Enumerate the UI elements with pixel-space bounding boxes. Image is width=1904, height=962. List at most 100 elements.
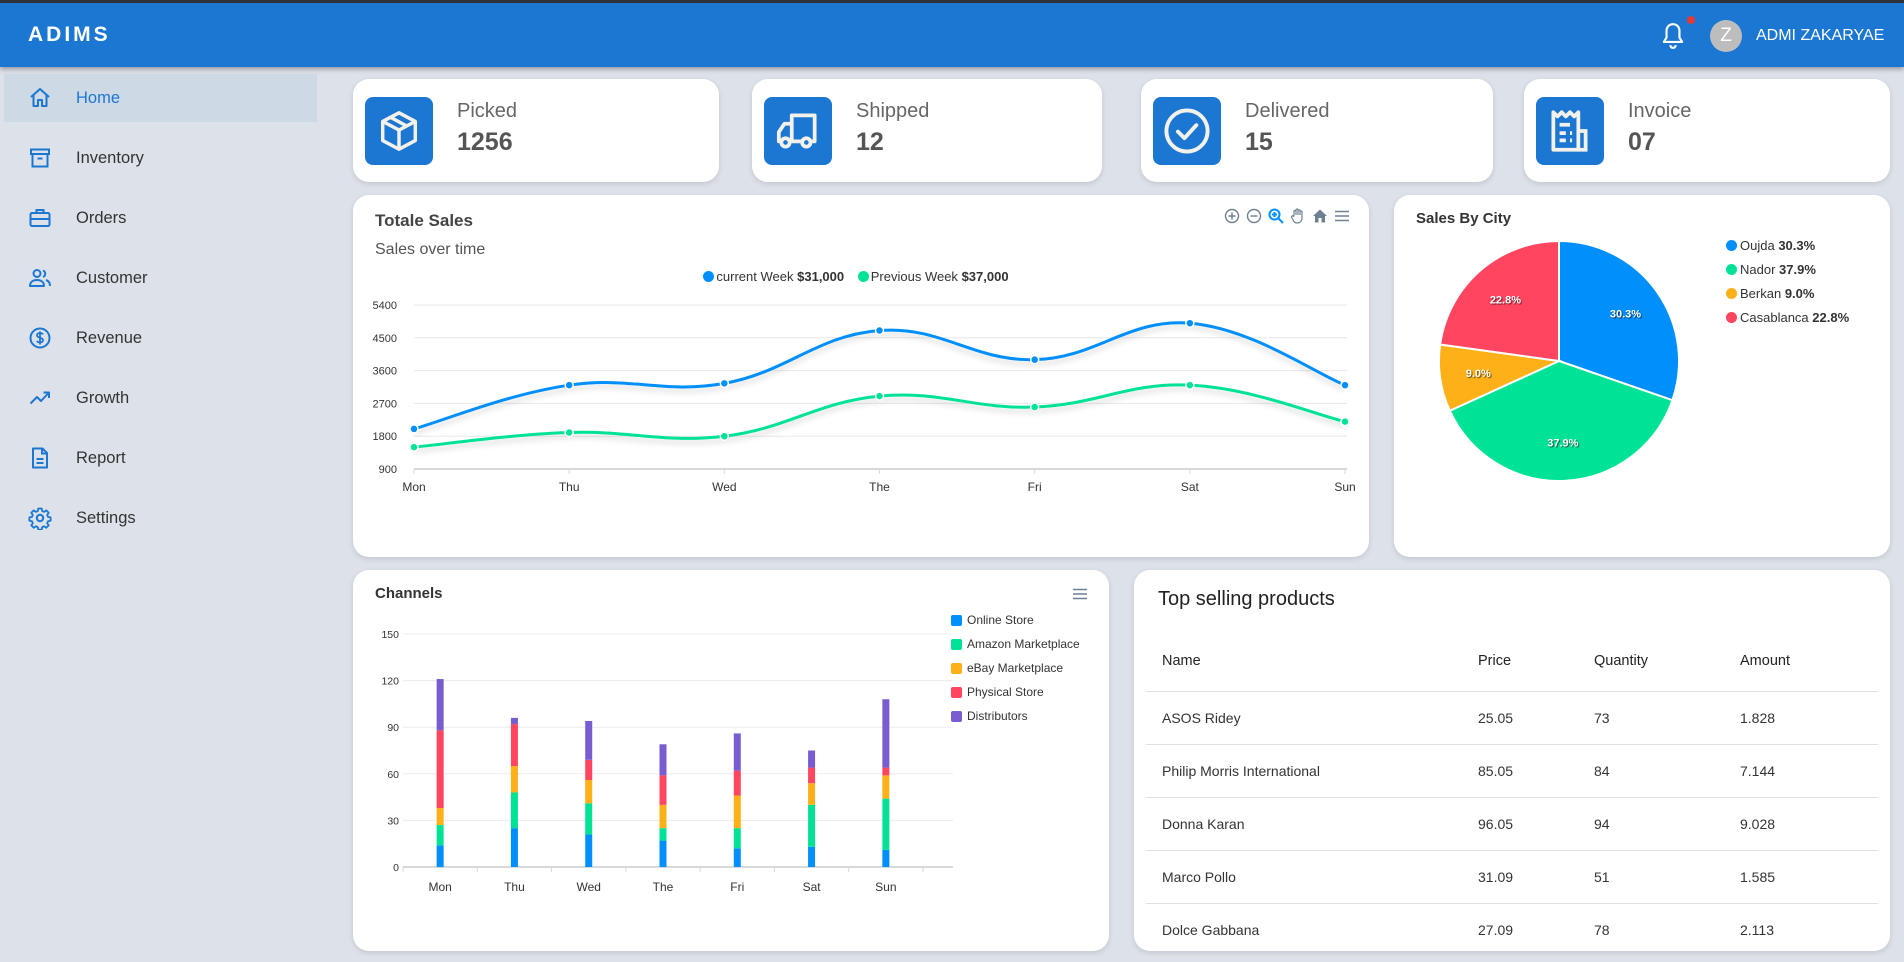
sidebar-item-home[interactable]: Home [4,74,317,122]
pie-chart[interactable]: 30.3% 37.9% 9.0% 22.8% [1394,195,1724,557]
legend-item-distributors[interactable]: Distributors [951,704,1080,728]
legend-marker [951,614,962,626]
truck-icon [764,97,832,165]
username[interactable]: ADMI ZAKARYAE [1756,27,1884,45]
product-name: Donna Karan [1146,797,1478,851]
product-price: 27.09 [1478,903,1594,957]
sidebar-item-label: Orders [76,208,127,227]
data-point [874,391,885,401]
sidebar-item-growth[interactable]: Growth [4,374,317,422]
sidebar-item-report[interactable]: Report [4,434,317,482]
column-header-price[interactable]: Price [1478,632,1594,692]
y-tick-label: 30 [387,815,399,827]
sidebar-item-settings[interactable]: Settings [4,494,317,542]
legend-item-nador[interactable]: Nador 37.9% [1726,257,1849,281]
legend-label: eBay Marketplace [967,661,1064,675]
bar-segment-distributors [733,733,741,771]
data-point [409,424,419,434]
bar-segment-amazon-marketplace [585,803,593,835]
stat-card-picked[interactable]: Picked 1256 [353,79,719,182]
table-row[interactable]: ASOS Ridey 25.05 73 1.828 [1146,691,1878,745]
sidebar-item-orders[interactable]: Orders [4,194,317,242]
x-tick-label: The [869,480,890,494]
bar-segment-online-store [733,848,741,867]
brand-logo[interactable]: ADIMS [28,23,111,47]
menu-icon[interactable] [1071,585,1089,603]
sidebar-item-revenue[interactable]: Revenue [4,314,317,362]
stat-card-invoice[interactable]: Invoice 07 [1524,79,1890,182]
legend-item-casablanca[interactable]: Casablanca 22.8% [1726,305,1849,329]
product-quantity: 73 [1594,691,1740,745]
legend-item-ebay-marketplace[interactable]: eBay Marketplace [951,656,1080,680]
table-row[interactable]: Philip Morris International 85.05 84 7.144 [1146,744,1878,798]
y-tick-label: 90 [387,722,399,734]
top-products-table: Name Price Quantity Amount ASOS Ridey 25.… [1146,632,1878,957]
legend-item-online-store[interactable]: Online Store [951,608,1080,632]
bar-segment-ebay-marketplace [808,783,816,805]
bar-segment-amazon-marketplace [882,798,890,850]
column-header-amount[interactable]: Amount [1740,632,1878,692]
legend-value: 37.9% [1779,261,1816,277]
sidebar-item-inventory[interactable]: Inventory [4,134,317,182]
column-header-quantity[interactable]: Quantity [1594,632,1740,692]
legend-item-oujda[interactable]: Oujda 30.3% [1726,233,1849,257]
sidebar-item-customer[interactable]: Customer [4,254,317,302]
product-price: 85.05 [1478,744,1594,798]
sidebar-item-label: Growth [76,388,130,407]
sidebar: Home Inventory Orders Customer Revenue G… [0,67,322,962]
legend-value: 30.3% [1778,237,1816,253]
table-row[interactable]: Donna Karan 96.05 94 9.028 [1146,797,1878,851]
series-line-current-week [413,321,1346,431]
stat-card-shipped[interactable]: Shipped 12 [752,79,1102,182]
bar-segment-physical-store [733,770,741,796]
column-header-name[interactable]: Name [1146,632,1478,692]
bar-segment-online-store [585,834,593,867]
stat-card-delivered[interactable]: Delivered 15 [1141,79,1493,182]
sales-by-city-card: Sales By City 30.3% 37.9% 9.0% 22.8% Oujda … [1394,195,1890,557]
bar-segment-amazon-marketplace [436,825,444,846]
sidebar-item-label: Inventory [76,148,144,167]
bar-chart[interactable]: 150 120 90 60 30 0 Mon Thu Wed The Fri Sat Sun [353,570,953,951]
data-point [409,442,419,452]
legend-marker [1726,287,1737,299]
stat-value: 15 [1245,128,1273,156]
sidebar-item-label: Report [76,448,126,467]
channels-card: Channels 150 120 90 60 30 0 Mon Thu Wed The Fri Sat… [353,570,1109,951]
legend-label: Amazon Marketplace [967,637,1080,651]
x-tick-label: Fri [1028,480,1042,494]
receipt-icon [1536,97,1604,165]
bar-segment-online-store [808,846,816,867]
x-tick-label: Sat [1181,480,1200,494]
stat-value: 1256 [457,128,513,156]
avatar[interactable]: Z [1710,20,1742,52]
bar-segment-ebay-marketplace [585,780,593,804]
product-name: Dolce Gabbana [1146,903,1478,957]
y-tick-label: 1800 [373,431,397,443]
legend-item-amazon-marketplace[interactable]: Amazon Marketplace [951,632,1080,656]
legend-label: Distributors [967,709,1028,723]
legend-value: 22.8% [1812,309,1850,325]
notification-badge [1687,16,1695,24]
product-name: Philip Morris International [1146,744,1478,798]
product-name: ASOS Ridey [1146,691,1478,745]
bar-segment-physical-store [510,724,518,767]
pie-legend: Oujda 30.3% Nador 37.9% Berkan 9.0% Casabla… [1726,233,1849,329]
legend-marker [1726,239,1737,251]
legend-label: Nador [1740,261,1780,277]
legend-label: Online Store [967,613,1034,627]
bar-segment-distributors [585,720,593,760]
bar-segment-ebay-marketplace [659,804,667,829]
x-tick-label: Thu [559,480,580,494]
bar-segment-distributors [882,699,890,768]
product-amount: 1.585 [1740,850,1878,904]
bar-segment-amazon-marketplace [733,828,741,849]
x-tick-label: The [653,880,674,894]
sidebar-item-label: Revenue [76,328,143,347]
line-chart[interactable]: 5400 4500 3600 2700 1800 900 Mon Thu Wed The Fri Sa… [353,195,1369,557]
legend-item-physical-store[interactable]: Physical Store [951,680,1080,704]
bar-segment-ebay-marketplace [436,807,444,826]
table-row[interactable]: Marco Pollo 31.09 51 1.585 [1146,850,1878,904]
table-row[interactable]: Dolce Gabbana 27.09 78 2.113 [1146,903,1878,957]
bell-icon[interactable] [1660,22,1686,50]
legend-item-berkan[interactable]: Berkan 9.0% [1726,281,1849,305]
